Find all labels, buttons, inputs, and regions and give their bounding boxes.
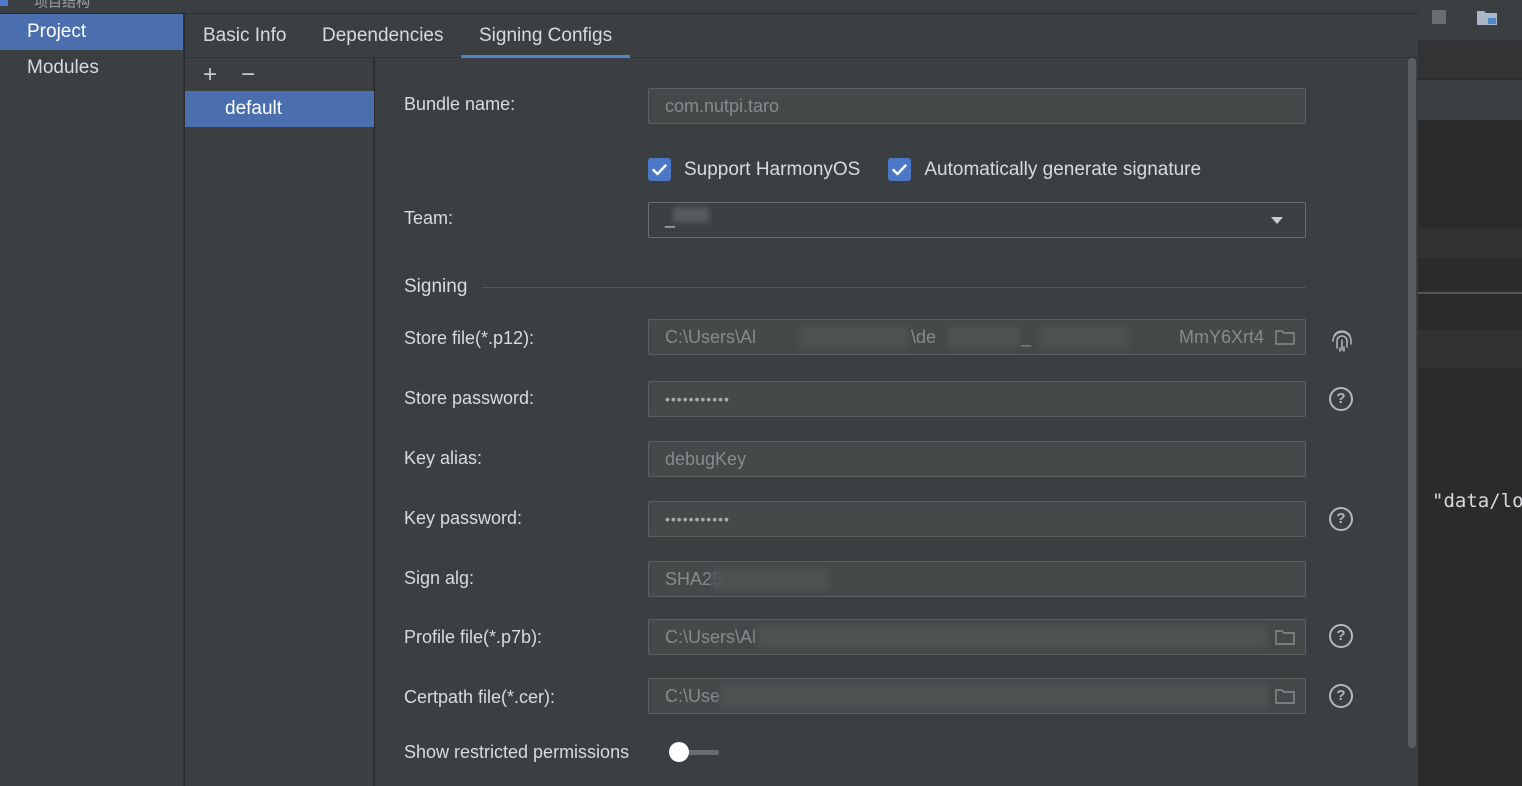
check-icon <box>652 163 667 175</box>
tab-signing-configs[interactable]: Signing Configs <box>460 14 631 58</box>
redacted-block <box>711 568 829 590</box>
redacted-block <box>673 207 709 223</box>
help-icon[interactable]: ? <box>1329 507 1355 533</box>
check-icon <box>892 163 908 175</box>
key-alias-label: Key alias: <box>404 448 483 468</box>
tab-basic-info[interactable]: Basic Info <box>203 14 286 58</box>
editor-band <box>1418 80 1522 120</box>
show-restricted-label: Show restricted permissions <box>404 742 630 762</box>
show-restricted-toggle[interactable] <box>669 742 721 762</box>
tab-label: Basic Info <box>203 25 287 46</box>
help-icon[interactable]: ? <box>1329 684 1355 710</box>
sign-alg-label: Sign alg: <box>404 568 475 588</box>
scrollbar-thumb[interactable] <box>1408 58 1416 748</box>
list-item-default[interactable]: default <box>185 91 374 127</box>
profile-file-field[interactable]: C:\Users\Al <box>648 619 1306 655</box>
fingerprint-icon[interactable] <box>1329 327 1355 353</box>
tab-label: Dependencies <box>322 25 444 46</box>
tab-dependencies[interactable]: Dependencies <box>322 14 443 58</box>
store-password-field[interactable]: ••••••••••• <box>648 381 1306 417</box>
key-alias-field[interactable]: debugKey <box>648 441 1306 477</box>
help-glyph: ? <box>1329 507 1353 531</box>
tab-bar: Basic Info Dependencies Signing Configs <box>185 14 1418 58</box>
support-harmonyos-checkbox[interactable] <box>648 158 671 181</box>
sign-alg-field[interactable]: SHA25 <box>648 561 1306 597</box>
signing-section-title: Signing <box>404 276 468 297</box>
store-file-value-mid2: _ <box>1021 327 1032 347</box>
editor-divider <box>1418 292 1522 294</box>
certpath-file-value: C:\Use <box>665 686 721 706</box>
signing-config-list: + − default <box>185 58 374 786</box>
team-dropdown[interactable]: _ <box>648 202 1306 238</box>
certpath-file-label: Certpath file(*.cer): <box>404 687 556 707</box>
toggle-knob <box>669 742 689 762</box>
editor-band <box>1418 40 1522 78</box>
support-harmonyos-label: Support HarmonyOS <box>684 158 861 180</box>
help-icon[interactable]: ? <box>1329 387 1355 413</box>
editor-toolbar <box>1418 0 1522 40</box>
remove-config-button[interactable]: − <box>236 63 260 88</box>
help-glyph: ? <box>1329 624 1353 648</box>
store-file-field[interactable]: C:\Users\Al \de _ MmY6Xrt4 <box>648 319 1306 355</box>
folder-icon[interactable] <box>1275 328 1295 345</box>
team-label: Team: <box>404 208 454 228</box>
profile-file-value: C:\Users\Al <box>665 627 757 647</box>
editor-band <box>1418 228 1522 258</box>
help-icon[interactable]: ? <box>1329 624 1355 650</box>
sidebar-item-label: Project <box>27 21 87 42</box>
sidebar-item-label: Modules <box>27 57 99 78</box>
profile-file-label: Profile file(*.p7b): <box>404 627 543 647</box>
store-file-value-start: C:\Users\Al <box>665 327 757 347</box>
project-folder-icon[interactable] <box>1476 8 1498 26</box>
redacted-block <box>949 326 1019 348</box>
auto-signature-checkbox[interactable] <box>888 158 912 181</box>
auto-signature-label: Automatically generate signature <box>924 158 1202 180</box>
redacted-block <box>799 326 909 348</box>
key-password-label: Key password: <box>404 508 523 528</box>
bundle-name-field[interactable]: com.nutpi.taro <box>648 88 1306 124</box>
bundle-name-label: Bundle name: <box>404 94 516 114</box>
chevron-down-icon <box>1271 217 1283 224</box>
section-divider <box>482 287 1306 288</box>
redacted-block <box>1039 326 1129 348</box>
fingerprint-svg <box>1332 330 1352 352</box>
background-editor: "data/lo <box>1418 0 1522 786</box>
editor-band <box>1418 330 1522 368</box>
folder-icon[interactable] <box>1275 628 1295 645</box>
window-title: 项目结构 <box>34 0 90 10</box>
store-file-label: Store file(*.p12): <box>404 328 535 348</box>
store-file-value-end: MmY6Xrt4 <box>1179 327 1265 347</box>
certpath-file-field[interactable]: C:\Use <box>648 678 1306 714</box>
help-glyph: ? <box>1329 387 1353 411</box>
key-password-field[interactable]: ••••••••••• <box>648 501 1306 537</box>
sidebar-item-project[interactable]: Project <box>0 14 183 50</box>
checkbox-row: Support HarmonyOS Automatically generate… <box>648 158 1229 181</box>
code-fragment: "data/lo <box>1432 490 1522 512</box>
app-icon <box>0 0 8 6</box>
store-password-label: Store password: <box>404 388 535 408</box>
folder-icon[interactable] <box>1275 687 1295 704</box>
stop-icon[interactable] <box>1432 10 1446 24</box>
help-glyph: ? <box>1329 684 1353 708</box>
redacted-block <box>719 685 1267 707</box>
sidebar-item-modules[interactable]: Modules <box>0 50 183 86</box>
add-config-button[interactable]: + <box>198 63 222 88</box>
sidebar: Project Modules <box>0 14 184 786</box>
store-file-value-mid: \de <box>911 327 937 347</box>
window-title-bar: 项目结构 <box>0 0 1418 14</box>
redacted-block <box>757 626 1267 648</box>
signing-form: Bundle name: com.nutpi.taro Support Harm… <box>375 58 1406 786</box>
tab-label: Signing Configs <box>479 25 613 46</box>
form-scrollbar[interactable] <box>1406 58 1418 786</box>
